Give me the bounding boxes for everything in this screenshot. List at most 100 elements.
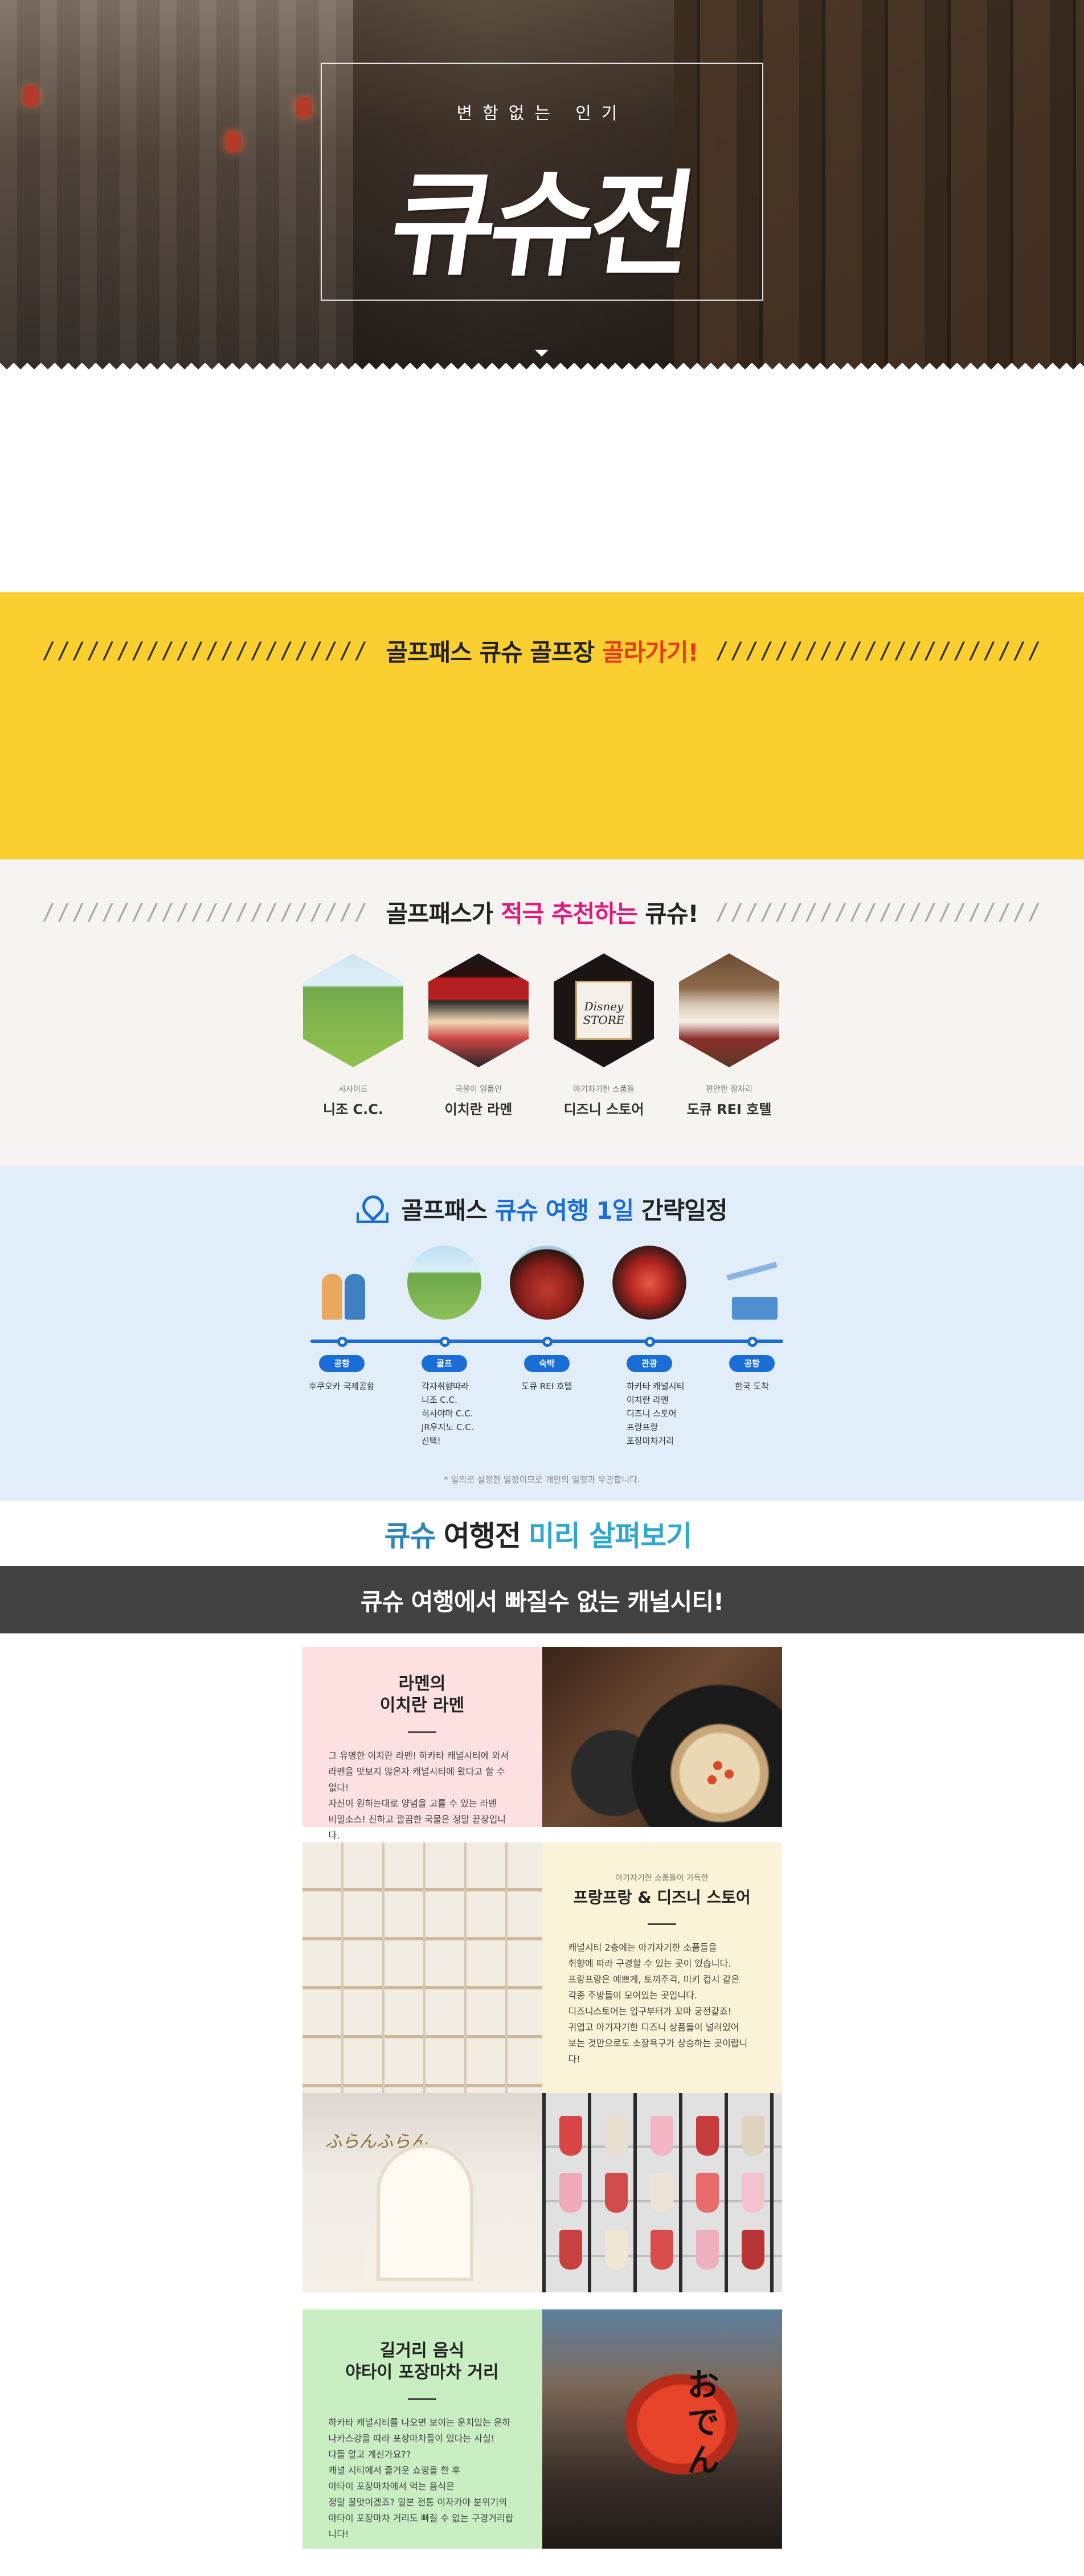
hero-street-photo: [0, 0, 353, 373]
airplane-icon: [726, 1262, 778, 1281]
stop-line: 프랑프랑: [627, 1422, 658, 1432]
hero-banner: 변함없는 인기 큐슈전: [0, 0, 1084, 373]
sock-item: [559, 2173, 582, 2213]
street-title-line1: 길거리 음식: [379, 2341, 465, 2361]
disney-store-photo: Disney STORE: [554, 953, 654, 1067]
divider: [648, 1923, 676, 1925]
hotel-room-photo: [679, 953, 779, 1067]
canal-city-banner: 큐슈 여행에서 빠질수 없는 캐널시티!: [0, 1566, 1084, 1633]
recommend-item-nijo[interactable]: 사사이드 니조 C.C.: [302, 953, 404, 1118]
timeline-dot: [440, 1337, 450, 1347]
recommend-item-hotel[interactable]: 편안한 잠자리 도큐 REI 호텔: [678, 953, 780, 1118]
golf-course-photo: [303, 953, 403, 1067]
scroll-down-arrow-icon[interactable]: [535, 350, 549, 357]
sock-item: [741, 2230, 764, 2270]
stop-line: 각자취향따라: [422, 1381, 469, 1391]
timeline-dot: [337, 1337, 347, 1347]
sock-item: [650, 2173, 673, 2213]
chili-topping: [707, 1775, 717, 1784]
ramen-feature-row: 라멘의 이치란 라멘 그 유명한 이치란 라멘! 하카타 캐널시티에 와서 라멘…: [302, 1647, 782, 1841]
stop-tag: 공항: [319, 1355, 365, 1372]
bottom-spacer: [0, 2549, 1084, 2576]
itinerary-stops: 공항 후쿠오카 국제공항 골프 각자취향따라 니조 C.C. 히사야마 C.C.…: [296, 1246, 797, 1473]
recommend-heading-text: 골프패스가 적극 추천하는 큐슈!: [386, 895, 698, 929]
preview-heading-part3: 미리 살펴보기: [528, 1519, 692, 1553]
character-socks-photo: [542, 2093, 782, 2292]
store-entrance-photo: ふらんふらん: [302, 2093, 542, 2292]
body-line: 야타이 포장마차에서 먹는 음식은: [328, 2481, 455, 2492]
itinerary-heading-tail: 간략일정: [633, 1197, 728, 1224]
itinerary-stop: 숙박 도큐 REI 호텔: [501, 1246, 592, 1473]
stop-tag: 관광: [627, 1355, 672, 1372]
airport-icon: [715, 1246, 789, 1320]
body-line: 디즈니스토어는 입구부터가 꼬마 궁전같죠!: [568, 2006, 732, 2017]
slash-decoration: //////////////////////: [42, 899, 369, 925]
recommend-item-caption: 국물이 일품인: [455, 1085, 502, 1094]
recommend-heading-highlight: 적극 추천하는: [501, 900, 637, 928]
hotel-building-photo: [510, 1246, 584, 1320]
traveler-figure: [322, 1274, 342, 1320]
body-line: 나카스강을 따라 포장마차들이 있다는 사실!: [328, 2433, 495, 2444]
stop-line: 이치란 라멘: [627, 1395, 669, 1405]
recommend-item-name: 도큐 REI 호텔: [686, 1101, 772, 1117]
ramen-text-panel: 라멘의 이치란 라멘 그 유명한 이치란 라멘! 하카타 캐널시티에 와서 라멘…: [302, 1647, 542, 1841]
itinerary-heading-text: 골프패스 큐슈 여행 1일 간략일정: [401, 1191, 727, 1226]
lantern-decoration: [225, 131, 241, 153]
sock-item: [559, 2116, 582, 2156]
ramen-text-content: 라멘의 이치란 라멘 그 유명한 이치란 라멘! 하카타 캐널시티에 와서 라멘…: [302, 1647, 542, 1866]
body-line: 그 유명한 이치란 라멘! 하카타 캐널시티에 와서: [328, 1750, 509, 1761]
preview-heading: 큐슈 여행전 미리 살펴보기: [0, 1501, 1084, 1566]
golf-heading-text: 골프패스 큐슈 골프장 골라가기!: [386, 633, 698, 668]
map-pin-icon: [357, 1195, 389, 1223]
body-line: 자신이 원하는대로 양념을 고를 수 있는 라멘: [328, 1798, 497, 1809]
hero-title-frame: 변함없는 인기 큐슈전: [321, 63, 763, 301]
stop-line: 한국 도착: [735, 1381, 769, 1391]
ramen-photo: [542, 1647, 782, 1827]
store-photos-row: ふらんふらん: [302, 2093, 782, 2292]
yatai-street-photo: おでん: [542, 2309, 782, 2549]
sock-item: [741, 2173, 764, 2213]
store-arch: [376, 2144, 473, 2281]
recommend-item-disney[interactable]: Disney STORE 아기자기한 소품들 디즈니 스토어: [553, 953, 655, 1118]
stop-description: 각자취향따라 니조 C.C. 히사야마 C.C. JR우지노 C.C. 선택!: [399, 1379, 490, 1448]
golf-course-section: ////////////////////// 골프패스 큐슈 골프장 골라가기!…: [0, 592, 1084, 859]
timeline-dot: [645, 1337, 655, 1347]
golf-section-heading: ////////////////////// 골프패스 큐슈 골프장 골라가기!…: [0, 633, 1084, 668]
street-text-content: 길거리 음식 야타이 포장마차 거리 하카타 캐널시티를 나오면 보이는 운치있…: [302, 2309, 542, 2565]
body-line: 각종 주방들이 모여있는 곳입니다.: [568, 1990, 697, 2001]
body-line: 캐널시티 2층에는 아기자기한 소품들을: [568, 1942, 717, 1953]
slash-decoration: //////////////////////: [715, 637, 1042, 664]
sock-item: [696, 2116, 719, 2156]
stop-line: 후쿠오카 국제공항: [309, 1381, 375, 1391]
traveler-figure: [345, 1274, 365, 1320]
sock-item: [741, 2116, 764, 2156]
shop-feature-row: 아기자기한 소품들이 가득한 프랑프랑 & 디즈니 스토어 캐널시티 2층에는 …: [302, 1842, 782, 2093]
stop-tag: 숙박: [524, 1355, 570, 1372]
recommend-item-name: 디즈니 스토어: [563, 1101, 644, 1117]
golf-course-photo: [407, 1246, 481, 1320]
body-line: 캐널 시티에서 즐거운 쇼핑을 한 후: [328, 2465, 461, 2476]
stop-tag: 공항: [729, 1355, 775, 1372]
street-body: 하카타 캐널시티를 나오면 보이는 운치있는 운하 나카스강을 따라 포장마차들…: [329, 2415, 516, 2542]
street-food-row: 길거리 음식 야타이 포장마차 거리 하카타 캐널시티를 나오면 보이는 운치있…: [302, 2309, 782, 2549]
stop-description: 하카타 캐널시티 이치란 라멘 디즈니 스토어 프랑프랑 포장마차거리: [604, 1379, 695, 1448]
divider: [408, 2398, 436, 2400]
stop-description: 한국 도착: [706, 1379, 797, 1393]
travelers-icon: [305, 1246, 379, 1320]
sock-item: [650, 2116, 673, 2156]
stop-line: 포장마차거리: [627, 1436, 674, 1446]
preview-heading-part2: 여행전: [443, 1519, 521, 1553]
recommend-item-caption: 편안한 잠자리: [706, 1085, 752, 1094]
recommend-item-caption: 아기자기한 소품들: [573, 1085, 635, 1094]
recommend-heading-tail: 큐슈!: [637, 900, 698, 928]
chili-topping: [713, 1761, 722, 1770]
itinerary-stop: 관광 하카타 캐널시티 이치란 라멘 디즈니 스토어 프랑프랑 포장마차거리: [604, 1246, 695, 1473]
body-line: 하카타 캐널시티를 나오면 보이는 운치있는 운하: [328, 2417, 511, 2428]
recommend-item-ichiran[interactable]: 국물이 일품인 이치란 라멘: [427, 953, 530, 1118]
itinerary-heading: 골프패스 큐슈 여행 1일 간략일정: [0, 1191, 1084, 1226]
recommend-list: 사사이드 니조 C.C. 국물이 일품인 이치란 라멘 Disney STORE…: [302, 953, 780, 1118]
body-line: 야타이 포장마차 거리도 빠질 수 없는 구경거리랍니다!: [328, 2513, 514, 2540]
itinerary-section: 골프패스 큐슈 여행 1일 간략일정 공항 후쿠오카 국제공항 골프 각자취향따…: [0, 1166, 1084, 1501]
recommend-item-name: 이치란 라멘: [444, 1101, 513, 1117]
